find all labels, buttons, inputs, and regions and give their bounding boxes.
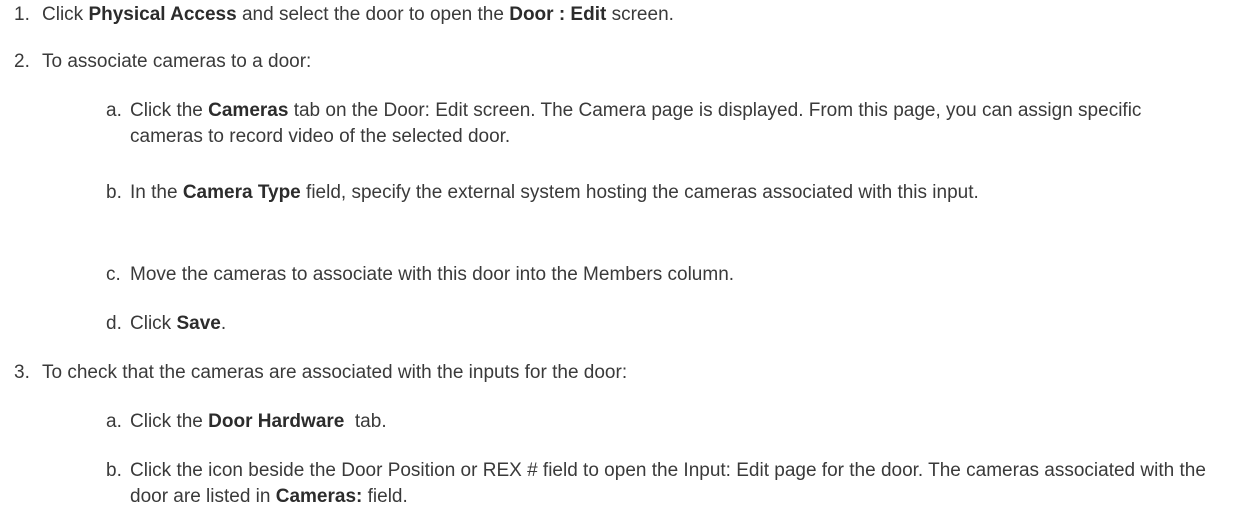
step-2b: b. In the Camera Type field, specify the… xyxy=(0,180,1237,206)
sub-step-text: Click Save. xyxy=(130,313,227,334)
cameras-term: Cameras xyxy=(208,100,289,121)
sub-step-letter: b. xyxy=(106,182,122,203)
sub-step-letter: c. xyxy=(106,264,121,285)
save-term: Save xyxy=(176,313,221,334)
step-text: To associate cameras to a door: xyxy=(42,51,312,72)
step-3a: a. Click the Door Hardware tab. xyxy=(0,409,1237,435)
sub-step-text: In the Camera Type field, specify the ex… xyxy=(130,182,979,203)
sub-step-letter: b. xyxy=(106,460,122,481)
door-edit-term: Door : Edit xyxy=(509,4,607,25)
cameras-field-term: Cameras: xyxy=(275,485,363,507)
step-number: 2. xyxy=(14,51,30,72)
sub-step-letter: a. xyxy=(106,411,122,432)
sub-step-text: Click the Cameras tab on the Door: Edit … xyxy=(130,100,1142,147)
sub-step-text: Move the cameras to associate with this … xyxy=(130,264,735,285)
step-3: 3. To check that the cameras are associa… xyxy=(0,360,1237,386)
sub-step-letter: d. xyxy=(106,313,122,334)
sub-step-letter: a. xyxy=(106,100,122,121)
step-number: 3. xyxy=(14,362,30,383)
step-2d: d. Click Save. xyxy=(0,311,1237,337)
step-2: 2. To associate cameras to a door: xyxy=(0,49,1237,75)
step-2a: a. Click the Cameras tab on the Door: Ed… xyxy=(0,98,1229,150)
sub-step-text: Click the icon beside the Door Position … xyxy=(130,460,1206,507)
step-text: To check that the cameras are associated… xyxy=(42,362,628,383)
step-text: Click Physical Access and select the doo… xyxy=(42,4,674,25)
camera-type-term: Camera Type xyxy=(182,182,301,203)
step-1: 1. Click Physical Access and select the … xyxy=(0,2,1237,28)
step-number: 1. xyxy=(14,4,30,25)
door-hardware-term: Door Hardware xyxy=(208,411,345,432)
step-3b: b. Click the icon beside the Door Positi… xyxy=(0,458,1237,510)
physical-access-term: Physical Access xyxy=(88,4,237,25)
step-2c: c. Move the cameras to associate with th… xyxy=(0,262,1237,288)
sub-step-text: Click the Door Hardware tab. xyxy=(130,411,387,432)
